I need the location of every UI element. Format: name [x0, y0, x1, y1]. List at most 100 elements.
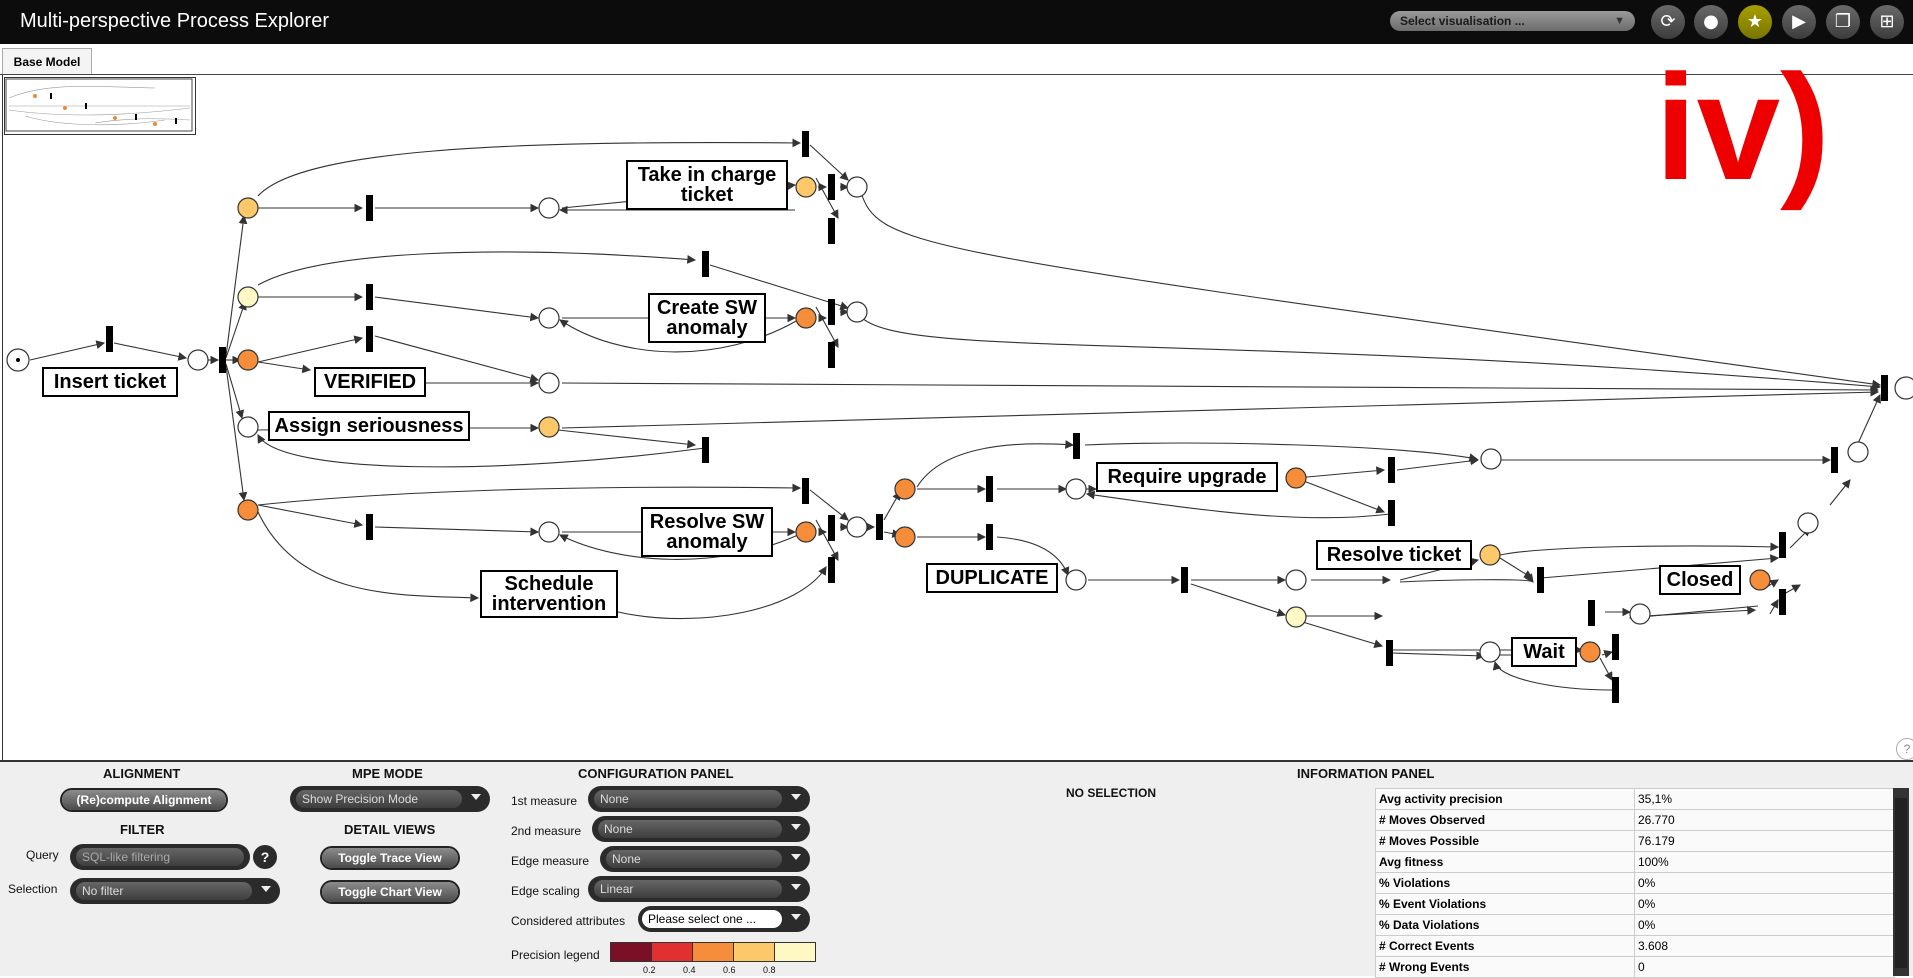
transition[interactable]: [828, 218, 835, 244]
transition[interactable]: [802, 478, 809, 504]
transition[interactable]: [828, 557, 835, 583]
activity-verified[interactable]: VERIFIED: [314, 367, 426, 397]
place[interactable]: [846, 301, 868, 323]
place[interactable]: [538, 197, 560, 219]
place[interactable]: [1479, 641, 1501, 663]
place[interactable]: [1065, 569, 1087, 591]
place[interactable]: [1797, 512, 1819, 534]
transition[interactable]: [702, 437, 709, 463]
transition[interactable]: [986, 524, 993, 550]
place[interactable]: [538, 307, 560, 329]
activity-wait[interactable]: Wait: [1511, 637, 1577, 667]
toggle-chart-view-button[interactable]: Toggle Chart View: [322, 882, 458, 902]
activity-insert-ticket[interactable]: Insert ticket: [42, 367, 178, 397]
transition[interactable]: [1612, 677, 1619, 703]
transition[interactable]: [1779, 589, 1786, 615]
place[interactable]: [894, 478, 916, 500]
transition[interactable]: [366, 514, 373, 540]
transition[interactable]: [1386, 640, 1393, 666]
place[interactable]: [237, 197, 259, 219]
transition[interactable]: [366, 326, 373, 352]
info-scrollbar[interactable]: [1893, 788, 1909, 976]
transition[interactable]: [1779, 532, 1786, 558]
place[interactable]: [1847, 441, 1869, 463]
transition[interactable]: [828, 342, 835, 368]
edge-measure-dropdown[interactable]: None: [600, 846, 810, 872]
transition[interactable]: [1588, 600, 1595, 626]
selection-dropdown[interactable]: No filter: [70, 878, 280, 904]
place[interactable]: [187, 349, 209, 371]
transition[interactable]: [876, 514, 883, 540]
transition[interactable]: [366, 195, 373, 221]
place[interactable]: [1749, 569, 1771, 591]
transition[interactable]: [1073, 433, 1080, 459]
activity-create-sw-anomaly[interactable]: Create SW anomaly: [648, 293, 766, 343]
info-key: # Wrong Events: [1375, 956, 1635, 978]
transition[interactable]: [1881, 375, 1888, 401]
info-key: Avg activity precision: [1375, 788, 1635, 810]
transition[interactable]: [828, 515, 835, 541]
transition[interactable]: [802, 131, 809, 157]
alignment-title: ALIGNMENT: [103, 766, 181, 781]
place[interactable]: [1480, 448, 1502, 470]
activity-assign-seriousness[interactable]: Assign seriousness: [268, 411, 470, 441]
first-measure-label: 1st measure: [511, 794, 578, 808]
activity-take-in-charge-ticket[interactable]: Take in charge ticket: [626, 160, 788, 210]
transition[interactable]: [366, 284, 373, 310]
transition[interactable]: [986, 476, 993, 502]
place[interactable]: [1629, 603, 1651, 625]
transition[interactable]: [1831, 447, 1838, 473]
place[interactable]: [795, 307, 817, 329]
activity-resolve-sw-anomaly[interactable]: Resolve SW anomaly: [641, 507, 773, 557]
first-measure-dropdown[interactable]: None: [588, 786, 810, 812]
recompute-alignment-button[interactable]: (Re)compute Alignment: [62, 790, 226, 810]
transition[interactable]: [219, 347, 226, 373]
transition[interactable]: [828, 174, 835, 200]
place[interactable]: [846, 176, 868, 198]
transition[interactable]: [1537, 567, 1544, 593]
place[interactable]: [1065, 478, 1087, 500]
activity-require-upgrade[interactable]: Require upgrade: [1096, 462, 1278, 492]
place[interactable]: [237, 286, 259, 308]
second-measure-dropdown[interactable]: None: [592, 816, 810, 842]
edge-measure-value: None: [606, 850, 782, 868]
considered-attributes-dropdown[interactable]: Please select one ...: [638, 906, 810, 932]
query-input[interactable]: SQL-like filtering: [70, 844, 250, 870]
filter-title: FILTER: [120, 822, 165, 837]
activity-duplicate[interactable]: DUPLICATE: [926, 563, 1058, 593]
transition[interactable]: [1388, 457, 1395, 483]
place[interactable]: [1285, 569, 1307, 591]
place[interactable]: [894, 526, 916, 548]
activity-schedule-intervention[interactable]: Schedule intervention: [480, 570, 618, 618]
mpe-mode-dropdown[interactable]: Show Precision Mode: [290, 786, 490, 812]
transition[interactable]: [702, 251, 709, 277]
toggle-trace-view-button[interactable]: Toggle Trace View: [322, 848, 458, 868]
place[interactable]: [846, 516, 868, 538]
place[interactable]: [1285, 606, 1307, 628]
activity-resolve-ticket[interactable]: Resolve ticket: [1316, 540, 1472, 570]
transition[interactable]: [828, 299, 835, 325]
place[interactable]: [237, 349, 259, 371]
place[interactable]: [795, 521, 817, 543]
place[interactable]: [795, 176, 817, 198]
transition[interactable]: [1612, 634, 1619, 660]
edge-scaling-dropdown[interactable]: Linear: [588, 876, 810, 902]
scrollbar-thumb[interactable]: [1895, 798, 1907, 968]
minimap[interactable]: [4, 77, 196, 135]
activity-closed[interactable]: Closed: [1659, 565, 1741, 595]
place[interactable]: [1479, 544, 1501, 566]
place[interactable]: [1579, 641, 1601, 663]
canvas-help-icon[interactable]: ?: [1896, 738, 1913, 760]
place[interactable]: [237, 416, 259, 438]
end-place[interactable]: [1894, 376, 1913, 400]
transition[interactable]: [106, 326, 113, 352]
query-help-button[interactable]: ?: [253, 845, 277, 869]
transition[interactable]: [1181, 567, 1188, 593]
transition[interactable]: [1388, 500, 1395, 526]
place[interactable]: [1285, 467, 1307, 489]
place[interactable]: [237, 499, 259, 521]
place[interactable]: [538, 521, 560, 543]
first-measure-value: None: [594, 790, 782, 808]
place[interactable]: [538, 416, 560, 438]
place[interactable]: [538, 372, 560, 394]
